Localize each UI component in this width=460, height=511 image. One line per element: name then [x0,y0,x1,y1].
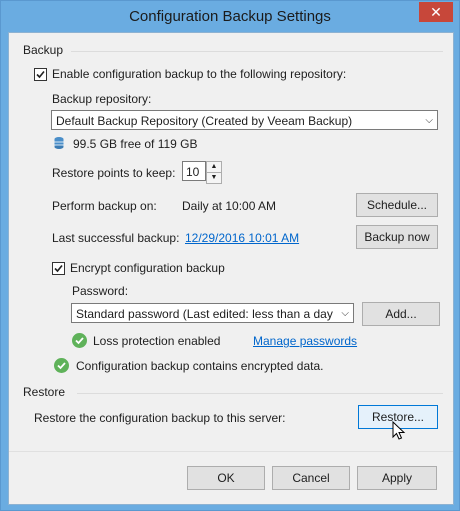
perform-backup-value: Daily at 10:00 AM [182,199,277,213]
restore-points-stepper[interactable]: 10 ▲ ▼ [182,161,222,184]
chevron-down-icon: ⌵ [339,304,349,322]
free-space-text: 99.5 GB free of 119 GB [73,137,198,151]
dialog-body: Backup Enable configuration backup to th… [8,32,454,505]
loss-protection-text: Loss protection enabled [93,334,221,348]
enable-backup-checkbox[interactable] [34,68,47,81]
manage-passwords-link[interactable]: Manage passwords [253,334,357,348]
ok-button[interactable]: OK [187,466,265,490]
close-button[interactable]: ✕ [419,2,453,22]
apply-button[interactable]: Apply [357,466,437,490]
restore-points-label: Restore points to keep: [52,166,176,180]
window-title: Configuration Backup Settings [129,8,331,25]
perform-backup-label: Perform backup on: [52,199,157,213]
backup-now-button[interactable]: Backup now [356,225,438,249]
schedule-button[interactable]: Schedule... [356,193,438,217]
footer-divider [9,451,453,452]
mouse-cursor-icon [392,420,406,444]
enable-backup-label: Enable configuration backup to the follo… [52,67,347,81]
restore-divider [77,393,443,394]
backup-divider [71,51,443,52]
restore-points-value[interactable]: 10 [182,161,206,181]
success-check-icon [54,358,69,373]
last-success-link[interactable]: 12/29/2016 10:01 AM [185,231,299,245]
backup-section-label: Backup [23,43,64,57]
success-check-icon [72,333,87,348]
repository-value: Default Backup Repository (Created by Ve… [56,114,353,128]
password-label: Password: [72,284,129,298]
check-icon [54,264,63,273]
password-select[interactable]: Standard password (Last edited: less tha… [71,303,354,323]
repository-label: Backup repository: [52,92,152,106]
check-icon [36,70,45,79]
cancel-button[interactable]: Cancel [272,466,350,490]
encrypted-status-text: Configuration backup contains encrypted … [76,359,324,373]
dialog-window: Configuration Backup Settings ✕ Backup E… [0,0,460,511]
database-icon [54,136,64,153]
add-password-button[interactable]: Add... [362,302,440,326]
title-bar[interactable]: Configuration Backup Settings ✕ [1,1,459,32]
encrypt-label: Encrypt configuration backup [70,261,225,275]
restore-description: Restore the configuration backup to this… [34,411,286,425]
encrypt-checkbox[interactable] [52,262,65,275]
repository-select[interactable]: Default Backup Repository (Created by Ve… [51,110,438,130]
password-value: Standard password (Last edited: less tha… [76,307,333,321]
restore-section-label: Restore [23,385,66,399]
chevron-down-icon: ⌵ [425,115,433,126]
spin-down-icon[interactable]: ▼ [206,172,222,184]
last-success-label: Last successful backup: [52,231,180,245]
